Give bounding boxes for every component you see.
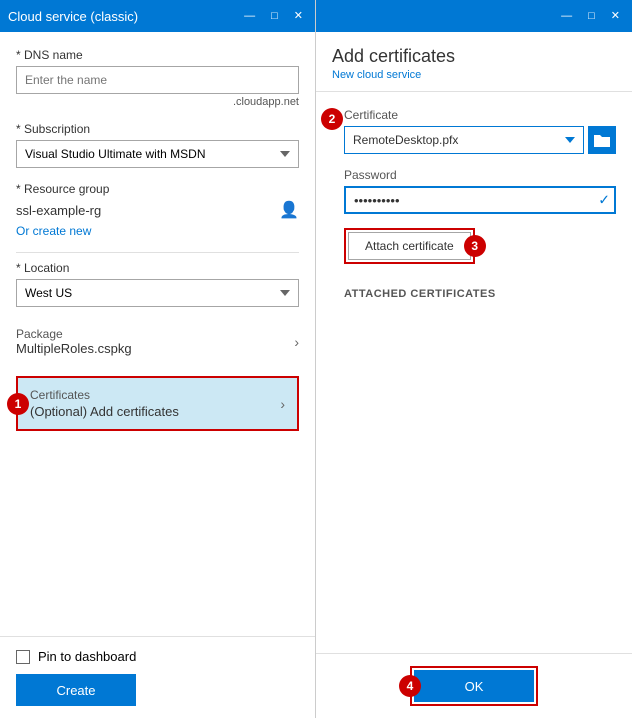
create-button[interactable]: Create bbox=[16, 674, 136, 706]
cert-form-section: 2 Certificate RemoteDesktop.pfx bbox=[332, 108, 616, 300]
certificates-text: Certificates (Optional) Add certificates bbox=[30, 388, 179, 419]
dns-label: * DNS name bbox=[16, 48, 299, 62]
subscription-group: * Subscription Visual Studio Ultimate wi… bbox=[16, 122, 299, 168]
package-row[interactable]: Package MultipleRoles.cspkg › bbox=[16, 321, 299, 362]
dns-input[interactable] bbox=[16, 66, 299, 94]
certificate-select[interactable]: RemoteDesktop.pfx bbox=[344, 126, 584, 154]
check-icon: ✓ bbox=[598, 192, 610, 209]
folder-button[interactable] bbox=[588, 126, 616, 154]
resource-group-row: ssl-example-rg 👤 bbox=[16, 200, 299, 220]
right-panel-subtitle: New cloud service bbox=[332, 69, 616, 81]
dns-name-group: * DNS name .cloudapp.net bbox=[16, 48, 299, 108]
step1-badge: 1 bbox=[7, 393, 29, 415]
step2-badge: 2 bbox=[321, 108, 343, 130]
package-group: Package MultipleRoles.cspkg › bbox=[16, 321, 299, 362]
password-row: ✓ bbox=[344, 186, 616, 214]
password-group: Password ✓ bbox=[344, 168, 616, 214]
cert-section-label: Certificates bbox=[30, 388, 179, 402]
pin-checkbox[interactable] bbox=[16, 650, 30, 664]
right-minimize-button[interactable]: — bbox=[557, 9, 576, 24]
location-select[interactable]: West US bbox=[16, 279, 299, 307]
left-minimize-button[interactable]: — bbox=[240, 9, 259, 24]
left-maximize-button[interactable]: □ bbox=[267, 9, 282, 24]
attach-btn-wrapper: Attach certificate 3 bbox=[344, 228, 475, 264]
pin-row: Pin to dashboard bbox=[16, 649, 299, 664]
package-label: Package bbox=[16, 327, 132, 341]
left-footer: Pin to dashboard Create bbox=[0, 636, 315, 718]
right-footer: 4 OK bbox=[316, 653, 632, 718]
password-input[interactable] bbox=[344, 186, 616, 214]
step4-badge: 4 bbox=[399, 675, 421, 697]
cert-section-subtitle: (Optional) Add certificates bbox=[30, 404, 179, 419]
right-content: 2 Certificate RemoteDesktop.pfx bbox=[316, 92, 632, 653]
attached-certificates-label: ATTACHED CERTIFICATES bbox=[344, 288, 616, 300]
package-value: MultipleRoles.cspkg bbox=[16, 341, 132, 356]
ok-button[interactable]: OK bbox=[414, 670, 534, 702]
left-close-button[interactable]: ✕ bbox=[290, 9, 307, 24]
pin-label: Pin to dashboard bbox=[38, 649, 136, 664]
left-titlebar-controls: — □ ✕ bbox=[240, 9, 307, 24]
password-label: Password bbox=[344, 168, 616, 182]
subscription-label: * Subscription bbox=[16, 122, 299, 136]
resource-group-value: ssl-example-rg bbox=[16, 203, 101, 218]
chevron-right-icon: › bbox=[294, 334, 299, 350]
left-content: * DNS name .cloudapp.net * Subscription … bbox=[0, 32, 315, 636]
certificate-label: Certificate bbox=[344, 108, 616, 122]
right-panel: — □ ✕ Add certificates New cloud service… bbox=[316, 0, 632, 718]
right-close-button[interactable]: ✕ bbox=[607, 9, 624, 24]
certificate-group: Certificate RemoteDesktop.pfx bbox=[344, 108, 616, 154]
right-titlebar: — □ ✕ bbox=[316, 0, 632, 32]
right-panel-title: Add certificates bbox=[332, 46, 616, 67]
person-icon[interactable]: 👤 bbox=[279, 200, 299, 220]
folder-icon bbox=[594, 133, 610, 147]
left-window-title: Cloud service (classic) bbox=[8, 9, 138, 24]
attach-outline: Attach certificate bbox=[344, 228, 475, 264]
right-titlebar-controls: — □ ✕ bbox=[557, 9, 624, 24]
location-group: * Location West US bbox=[16, 261, 299, 307]
left-titlebar: Cloud service (classic) — □ ✕ bbox=[0, 0, 315, 32]
location-label: * Location bbox=[16, 261, 299, 275]
package-info: Package MultipleRoles.cspkg bbox=[16, 327, 132, 356]
create-new-link[interactable]: Or create new bbox=[16, 224, 91, 238]
step3-badge: 3 bbox=[464, 235, 486, 257]
ok-outline: OK bbox=[410, 666, 538, 706]
resource-group-label: * Resource group bbox=[16, 182, 299, 196]
dns-suffix: .cloudapp.net bbox=[16, 96, 299, 108]
attach-certificate-button[interactable]: Attach certificate bbox=[348, 232, 471, 260]
left-panel: Cloud service (classic) — □ ✕ * DNS name… bbox=[0, 0, 316, 718]
right-header: Add certificates New cloud service bbox=[316, 32, 632, 92]
cert-select-row: RemoteDesktop.pfx bbox=[344, 126, 616, 154]
subscription-select[interactable]: Visual Studio Ultimate with MSDN bbox=[16, 140, 299, 168]
right-maximize-button[interactable]: □ bbox=[584, 9, 599, 24]
resource-group-group: * Resource group ssl-example-rg 👤 Or cre… bbox=[16, 182, 299, 238]
ok-btn-wrapper: 4 OK bbox=[410, 666, 538, 706]
certificates-section[interactable]: 1 Certificates (Optional) Add certificat… bbox=[16, 376, 299, 431]
cert-chevron-icon: › bbox=[280, 396, 285, 412]
